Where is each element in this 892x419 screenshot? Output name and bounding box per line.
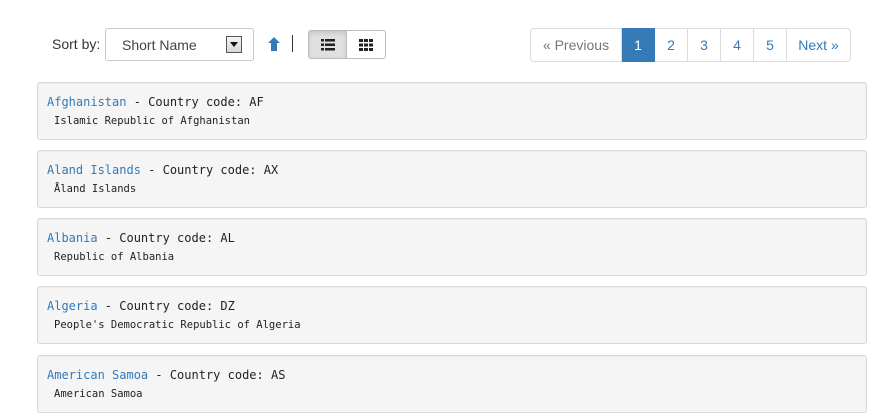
page-link-2[interactable]: 2 bbox=[655, 28, 688, 62]
country-name-link[interactable]: Aland Islands bbox=[47, 163, 141, 177]
country-heading: Afghanistan - Country code: AF bbox=[47, 95, 264, 109]
country-card: Afghanistan - Country code: AF Islamic R… bbox=[37, 82, 867, 140]
list-view-icon bbox=[321, 39, 335, 51]
page-link-3[interactable]: 3 bbox=[688, 28, 721, 62]
country-card: Aland Islands - Country code: AX Åland I… bbox=[37, 150, 867, 208]
country-heading: Aland Islands - Country code: AX bbox=[47, 163, 278, 177]
country-code-label: - Country code: AF bbox=[126, 95, 264, 109]
sort-select[interactable]: Short Name bbox=[105, 28, 254, 61]
country-official-name: People's Democratic Republic of Algeria bbox=[54, 319, 301, 331]
country-heading: American Samoa - Country code: AS bbox=[47, 368, 285, 382]
next-page-link[interactable]: Next » bbox=[787, 28, 851, 62]
page-link-5[interactable]: 5 bbox=[754, 28, 787, 62]
country-heading: Algeria - Country code: DZ bbox=[47, 299, 235, 313]
grid-view-icon bbox=[359, 39, 373, 51]
country-code-label: - Country code: DZ bbox=[97, 299, 235, 313]
country-code-label: - Country code: AS bbox=[148, 368, 286, 382]
dropdown-arrow-icon[interactable] bbox=[226, 36, 242, 53]
country-heading: Albania - Country code: AL bbox=[47, 231, 235, 245]
page-link-4[interactable]: 4 bbox=[721, 28, 754, 62]
country-card: Algeria - Country code: DZ People's Demo… bbox=[37, 286, 867, 344]
previous-page-link[interactable]: « Previous bbox=[530, 28, 622, 62]
country-card: Albania - Country code: AL Republic of A… bbox=[37, 218, 867, 276]
list-view-button[interactable] bbox=[308, 30, 347, 59]
country-name-link[interactable]: Afghanistan bbox=[47, 95, 126, 109]
country-name-link[interactable]: Algeria bbox=[47, 299, 98, 313]
sort-label: Sort by: bbox=[52, 36, 101, 52]
toolbar: Sort by: Short Name « Previous 1 2 3 4 5… bbox=[0, 0, 892, 82]
country-code-label: - Country code: AX bbox=[140, 163, 279, 177]
country-card: American Samoa - Country code: AS Americ… bbox=[37, 355, 867, 413]
country-official-name: Åland Islands bbox=[54, 183, 137, 195]
country-official-name: Republic of Albania bbox=[54, 251, 175, 263]
country-official-name: American Samoa bbox=[54, 388, 143, 400]
pagination: « Previous 1 2 3 4 5 Next » bbox=[530, 28, 851, 62]
separator bbox=[292, 35, 293, 52]
country-official-name: Islamic Republic of Afghanistan bbox=[54, 115, 250, 127]
page-link-1[interactable]: 1 bbox=[622, 28, 655, 62]
country-name-link[interactable]: American Samoa bbox=[47, 368, 148, 382]
grid-view-button[interactable] bbox=[347, 30, 386, 59]
sort-select-value: Short Name bbox=[122, 37, 197, 53]
view-toggle-group bbox=[308, 30, 386, 59]
arrow-up-icon[interactable] bbox=[266, 36, 282, 52]
country-code-label: - Country code: AL bbox=[97, 231, 235, 245]
country-name-link[interactable]: Albania bbox=[47, 231, 98, 245]
